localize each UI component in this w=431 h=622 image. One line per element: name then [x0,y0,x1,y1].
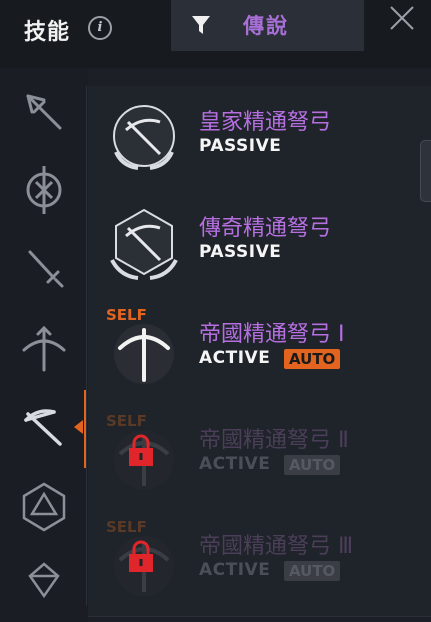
header-bar: 技能 i 傳說 [0,0,431,68]
close-icon[interactable] [388,4,416,32]
skill-row-royal[interactable]: 皇家精通弩弓 PASSIVE [88,86,431,193]
skill-name: 皇家精通弩弓 [199,110,332,135]
skill-type: PASSIVE [199,242,282,262]
skill-type: ACTIVE [199,560,271,580]
skill-row-imperial-3[interactable]: SELF 帝國精通弩弓 Ⅲ ACTIVE AUTO [88,510,431,617]
tab-crossbow[interactable] [14,398,74,458]
tab-sword[interactable] [14,238,74,298]
selected-tab-chevron-icon [74,420,83,434]
skill-row-legendary[interactable]: 傳奇精通弩弓 PASSIVE [88,192,431,299]
weapon-sidebar [0,68,88,622]
sword-icon [28,250,64,288]
filter-icon [192,16,210,34]
skill-name: 帝國精通弩弓 Ⅱ [199,428,349,453]
page-title: 技能 [24,20,71,45]
skill-type: ACTIVE [199,348,271,368]
crossbow-emblem-icon [113,105,175,170]
auto-badge: AUTO [284,561,341,581]
tab-trident[interactable] [14,82,74,142]
trident-icon [26,94,62,130]
filter-label: 傳說 [243,14,289,38]
auto-badge: AUTO [284,455,341,475]
scrollbar-handle[interactable] [420,140,431,202]
skill-name: 帝國精通弩弓 Ⅲ [199,534,354,559]
bow-icon [22,325,66,372]
lock-icon [129,540,153,572]
skill-row-imperial-1[interactable]: SELF 帝國精通弩弓 Ⅰ ACTIVE AUTO [88,298,431,405]
tab-shield[interactable] [14,160,74,220]
tab-bow[interactable] [14,318,74,378]
lock-icon [129,434,153,466]
polyhedron-icon [22,482,66,532]
skill-name: 帝國精通弩弓 Ⅰ [199,322,345,347]
self-tag: SELF [106,518,147,536]
skill-type: PASSIVE [199,136,282,156]
skill-row-imperial-2[interactable]: SELF 帝國精通弩弓 Ⅱ ACTIVE AUTO [88,404,431,511]
tab-polyhedron[interactable] [14,476,74,536]
skill-type: ACTIVE [199,454,271,474]
crossbow-icon [24,409,62,446]
auto-badge[interactable]: AUTO [284,349,341,369]
info-icon[interactable]: i [88,16,112,40]
list-divider [86,86,87,606]
tab-crystal[interactable] [14,554,74,614]
crossbow-emblem-icon [110,208,178,280]
filter-button[interactable]: 傳說 [171,0,364,51]
self-tag: SELF [106,412,147,430]
self-tag: SELF [106,306,147,324]
crystal-icon [28,562,60,599]
shield-emblem-icon [26,166,62,214]
skill-name: 傳奇精通弩弓 [199,216,332,241]
